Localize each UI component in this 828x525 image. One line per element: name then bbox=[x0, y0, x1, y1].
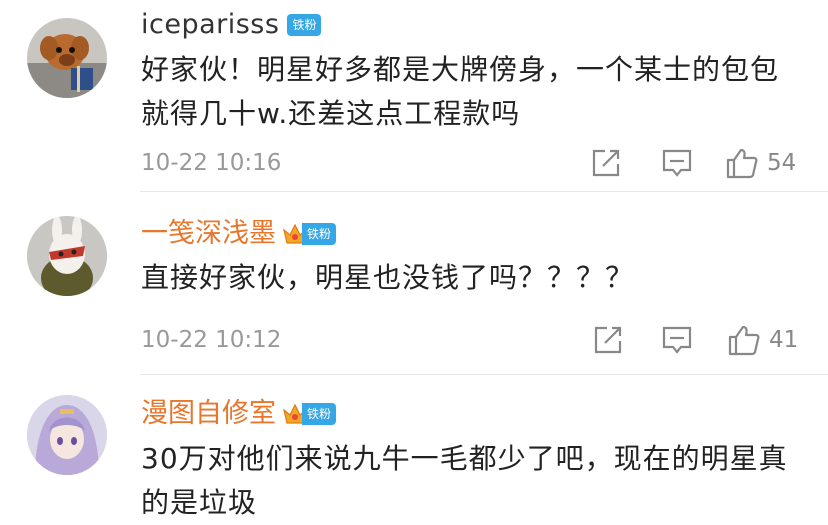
like-count: 41 bbox=[769, 327, 799, 353]
share-icon[interactable] bbox=[593, 323, 625, 357]
name-row: 漫图自修室 铁粉 bbox=[141, 397, 337, 431]
comment-text: 30万对他们来说九牛一毛都少了吧，现在的明星真的是垃圾 bbox=[141, 442, 788, 519]
like-count: 54 bbox=[767, 150, 797, 176]
comment-item: 一笺深浅墨 铁粉 直接好家伙，明星也没钱了吗？？？？ 10-22 10:12 4… bbox=[0, 192, 828, 375]
comment-icon[interactable] bbox=[661, 146, 693, 180]
thumbs-up-icon bbox=[725, 147, 759, 179]
timestamp: 10-22 10:12 bbox=[141, 327, 282, 353]
name-row: 一笺深浅墨 铁粉 bbox=[141, 217, 337, 251]
fan-badge: 铁粉 bbox=[302, 223, 337, 245]
share-icon[interactable] bbox=[591, 146, 623, 180]
username[interactable]: 一笺深浅墨 bbox=[141, 217, 276, 251]
comment-item: 漫图自修室 铁粉 30万对他们来说九牛一毛都少了吧，现在的明星真的是垃圾 bbox=[0, 375, 828, 524]
user-avatar[interactable] bbox=[27, 18, 107, 98]
comment-item: iceparisss 铁粉 好家伙！明星好多都是大牌傍身，一个某士的包包就得几十… bbox=[0, 0, 828, 192]
like-button[interactable]: 41 bbox=[727, 323, 798, 357]
comment-text: 直接好家伙，明星也没钱了吗？？？？ bbox=[141, 261, 635, 294]
comment-meta: 10-22 10:16 54 bbox=[141, 146, 828, 180]
comment-icon[interactable] bbox=[661, 323, 693, 357]
thumbs-up-icon bbox=[727, 324, 761, 356]
comment-text: 好家伙！明星好多都是大牌傍身，一个某士的包包就得几十w.还差这点工程款吗 bbox=[141, 53, 780, 130]
user-avatar[interactable] bbox=[27, 216, 107, 296]
like-button[interactable]: 54 bbox=[725, 146, 796, 180]
comment-meta: 10-22 10:12 41 bbox=[141, 323, 828, 357]
fan-badge: 铁粉 bbox=[302, 403, 337, 425]
username[interactable]: 漫图自修室 bbox=[141, 397, 276, 431]
name-row: iceparisss 铁粉 bbox=[141, 8, 322, 42]
fan-badge: 铁粉 bbox=[287, 14, 322, 36]
username[interactable]: iceparisss bbox=[141, 8, 279, 42]
user-avatar[interactable] bbox=[27, 395, 107, 475]
timestamp: 10-22 10:16 bbox=[141, 150, 282, 176]
